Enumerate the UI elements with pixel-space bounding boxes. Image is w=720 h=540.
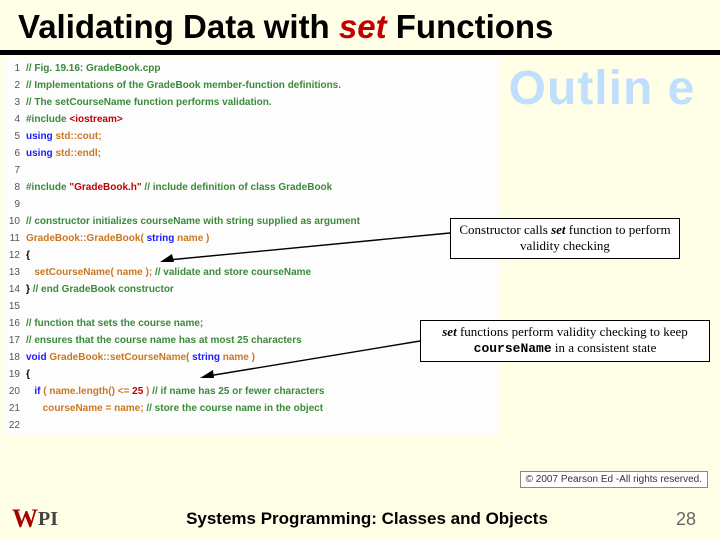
line-number: 16: [4, 315, 26, 332]
code-text: #include "GradeBook.h" // include defini…: [26, 179, 500, 196]
copyright-notice: © 2007 Pearson Ed -All rights reserved.: [520, 471, 708, 488]
code-line: 22: [4, 417, 500, 434]
code-line: 9: [4, 196, 500, 213]
code-text: using std::endl;: [26, 145, 500, 162]
line-number: 15: [4, 298, 26, 315]
code-text: [26, 417, 500, 434]
line-number: 6: [4, 145, 26, 162]
code-line: 12{: [4, 247, 500, 264]
line-number: 19: [4, 366, 26, 383]
code-text: setCourseName( name ); // validate and s…: [26, 264, 500, 281]
line-number: 3: [4, 94, 26, 111]
line-number: 8: [4, 179, 26, 196]
line-number: 1: [4, 60, 26, 77]
code-line: 13 setCourseName( name ); // validate an…: [4, 264, 500, 281]
line-number: 20: [4, 383, 26, 400]
line-number: 5: [4, 128, 26, 145]
line-number: 13: [4, 264, 26, 281]
callout1-text-a: Constructor calls: [459, 222, 551, 237]
code-text: [26, 196, 500, 213]
code-line: 7: [4, 162, 500, 179]
outline-watermark: Outlin e: [502, 65, 702, 113]
code-line: 10// constructor initializes courseName …: [4, 213, 500, 230]
code-text: // The setCourseName function performs v…: [26, 94, 500, 111]
line-number: 22: [4, 417, 26, 434]
line-number: 2: [4, 77, 26, 94]
code-text: // Fig. 19.16: GradeBook.cpp: [26, 60, 500, 77]
line-number: 17: [4, 332, 26, 349]
page-number: 28: [660, 509, 720, 530]
code-line: 4#include <iostream>: [4, 111, 500, 128]
code-text: {: [26, 247, 500, 264]
code-text: // Implementations of the GradeBook memb…: [26, 77, 500, 94]
logo-pi: PI: [38, 508, 58, 531]
code-text: #include <iostream>: [26, 111, 500, 128]
callout2-mono: courseName: [474, 341, 552, 356]
code-line: 19{: [4, 366, 500, 383]
code-text: using std::cout;: [26, 128, 500, 145]
line-number: 10: [4, 213, 26, 230]
line-number: 21: [4, 400, 26, 417]
title-prefix: Validating Data with: [18, 8, 339, 45]
code-line: 3// The setCourseName function performs …: [4, 94, 500, 111]
title-suffix: Functions: [387, 8, 554, 45]
line-number: 18: [4, 349, 26, 366]
code-text: [26, 162, 500, 179]
footer-title: Systems Programming: Classes and Objects: [74, 509, 660, 529]
code-text: // constructor initializes courseName wi…: [26, 213, 500, 230]
line-number: 12: [4, 247, 26, 264]
slide-footer: W PI Systems Programming: Classes and Ob…: [0, 498, 720, 540]
code-line: 5using std::cout;: [4, 128, 500, 145]
line-number: 14: [4, 281, 26, 298]
code-line: 15: [4, 298, 500, 315]
line-number: 4: [4, 111, 26, 128]
code-text: if ( name.length() <= 25 ) // if name ha…: [26, 383, 500, 400]
code-listing: 1// Fig. 19.16: GradeBook.cpp2// Impleme…: [4, 58, 500, 436]
code-line: 8#include "GradeBook.h" // include defin…: [4, 179, 500, 196]
logo-w: W: [12, 504, 38, 534]
code-line: 11GradeBook::GradeBook( string name ): [4, 230, 500, 247]
slide-title: Validating Data with set Functions: [0, 0, 720, 50]
line-number: 7: [4, 162, 26, 179]
code-text: [26, 298, 500, 315]
line-number: 9: [4, 196, 26, 213]
title-set: set: [339, 8, 387, 45]
callout-setfunction: set functions perform validity checking …: [420, 320, 710, 362]
callout2-set: set: [442, 324, 456, 339]
callout2-text-b: in a consistent state: [552, 340, 657, 355]
callout2-text-a: functions perform validity checking to k…: [457, 324, 688, 339]
callout1-set: set: [551, 222, 565, 237]
code-text: {: [26, 366, 500, 383]
code-line: 6using std::endl;: [4, 145, 500, 162]
line-number: 11: [4, 230, 26, 247]
code-text: } // end GradeBook constructor: [26, 281, 500, 298]
code-line: 2// Implementations of the GradeBook mem…: [4, 77, 500, 94]
callout-constructor: Constructor calls set function to perfor…: [450, 218, 680, 259]
wpi-logo: W PI: [12, 506, 74, 532]
code-text: courseName = name; // store the course n…: [26, 400, 500, 417]
code-text: GradeBook::GradeBook( string name ): [26, 230, 500, 247]
code-line: 14} // end GradeBook constructor: [4, 281, 500, 298]
title-underline: [0, 50, 720, 55]
code-line: 21 courseName = name; // store the cours…: [4, 400, 500, 417]
code-line: 1// Fig. 19.16: GradeBook.cpp: [4, 60, 500, 77]
code-line: 20 if ( name.length() <= 25 ) // if name…: [4, 383, 500, 400]
